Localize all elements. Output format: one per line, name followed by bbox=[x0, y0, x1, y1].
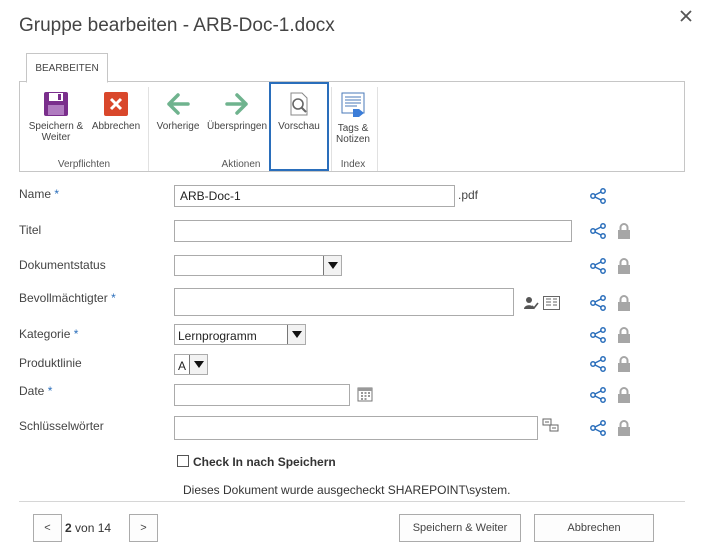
cancel-icon bbox=[104, 92, 128, 116]
lock-icon bbox=[618, 387, 630, 403]
required-marker: * bbox=[47, 384, 53, 398]
chevron-down-icon bbox=[323, 256, 341, 275]
chevron-down-icon bbox=[287, 325, 305, 344]
save-label-line2: Weiter bbox=[41, 132, 71, 143]
delegate-label: Bevollmächtigter * bbox=[19, 291, 116, 305]
skip-ribbon-button[interactable]: Überspringen bbox=[205, 91, 269, 132]
lock-icon bbox=[618, 327, 630, 343]
divider bbox=[19, 501, 685, 502]
preview-label: Vorschau bbox=[278, 121, 320, 132]
pager-status: 2 von 14 bbox=[65, 514, 111, 542]
pager-total: von 14 bbox=[75, 521, 112, 535]
name-input[interactable]: ARB-Doc-1 bbox=[174, 185, 455, 207]
preview-ribbon-button[interactable]: Vorschau bbox=[272, 91, 326, 132]
share-icon[interactable] bbox=[590, 223, 606, 239]
pager-prev-button[interactable]: < bbox=[33, 514, 62, 542]
group-separator bbox=[377, 87, 378, 171]
close-icon[interactable] bbox=[680, 9, 692, 26]
required-marker: * bbox=[54, 187, 60, 201]
docstatus-label: Dokumentstatus bbox=[19, 258, 106, 272]
name-extension: .pdf bbox=[458, 188, 479, 202]
docstatus-select[interactable] bbox=[174, 255, 342, 276]
title-label: Titel bbox=[19, 223, 42, 237]
title-input[interactable] bbox=[174, 220, 572, 242]
name-label: Name * bbox=[19, 187, 60, 201]
pager-next-button[interactable]: > bbox=[129, 514, 158, 542]
keywords-label: Schlüsselwörter bbox=[19, 419, 104, 433]
group-separator bbox=[331, 87, 332, 171]
address-book-icon[interactable] bbox=[543, 296, 560, 310]
checkin-checkbox[interactable] bbox=[177, 455, 189, 467]
check-names-icon[interactable] bbox=[523, 295, 539, 311]
cancel-ribbon-button[interactable]: Abbrechen bbox=[88, 91, 144, 132]
term-picker-icon[interactable] bbox=[542, 418, 559, 432]
cancel-button[interactable]: Abbrechen bbox=[534, 514, 654, 542]
save-icon bbox=[44, 92, 68, 116]
share-icon[interactable] bbox=[590, 327, 606, 343]
lock-icon bbox=[618, 356, 630, 372]
checkout-status-text: Dieses Dokument wurde ausgecheckt SHAREP… bbox=[183, 483, 511, 497]
share-icon[interactable] bbox=[590, 188, 606, 204]
tags-label-line2: Notizen bbox=[336, 134, 370, 145]
pager-current: 2 bbox=[65, 521, 72, 535]
date-label: Date * bbox=[19, 384, 53, 398]
category-select[interactable]: Lernprogramm bbox=[174, 324, 306, 345]
lock-icon bbox=[618, 420, 630, 436]
skip-label: Überspringen bbox=[206, 121, 268, 132]
save-continue-button[interactable]: Speichern & Weiter bbox=[399, 514, 521, 542]
chevron-down-icon bbox=[189, 355, 207, 374]
arrow-right-icon bbox=[225, 93, 248, 115]
share-icon[interactable] bbox=[590, 420, 606, 436]
lock-icon bbox=[618, 295, 630, 311]
ribbon: Speichern & Weiter Abbrechen Verpflichte… bbox=[19, 81, 685, 172]
tab-bearbeiten[interactable]: BEARBEITEN bbox=[26, 53, 108, 83]
share-icon[interactable] bbox=[590, 295, 606, 311]
date-input[interactable] bbox=[174, 384, 350, 406]
tags-notes-icon bbox=[341, 92, 365, 117]
lock-icon bbox=[618, 258, 630, 274]
productline-select[interactable]: A bbox=[174, 354, 208, 375]
document-magnifier-icon bbox=[290, 92, 308, 116]
checkin-label: Check In nach Speichern bbox=[193, 455, 336, 469]
tags-notes-ribbon-button[interactable]: Tags & Notizen bbox=[333, 91, 373, 145]
required-marker: * bbox=[111, 291, 116, 305]
save-continue-ribbon-button[interactable]: Speichern & Weiter bbox=[24, 91, 88, 143]
group-label-index: Index bbox=[340, 159, 366, 170]
keywords-input[interactable] bbox=[174, 416, 538, 440]
arrow-left-icon bbox=[167, 93, 190, 115]
required-marker: * bbox=[73, 327, 79, 341]
share-icon[interactable] bbox=[590, 356, 606, 372]
previous-ribbon-button[interactable]: Vorherige bbox=[153, 91, 203, 132]
tags-label-line1: Tags & bbox=[337, 123, 369, 134]
delegate-input[interactable] bbox=[174, 288, 514, 316]
category-label: Kategorie * bbox=[19, 327, 79, 341]
previous-label: Vorherige bbox=[156, 121, 200, 132]
lock-icon bbox=[618, 223, 630, 239]
group-separator bbox=[148, 87, 149, 171]
calendar-icon[interactable] bbox=[357, 386, 373, 402]
cancel-label: Abbrechen bbox=[91, 121, 141, 132]
group-label-commit: Verpflichten bbox=[57, 159, 111, 170]
save-label-line1: Speichern & bbox=[28, 121, 84, 132]
share-icon[interactable] bbox=[590, 387, 606, 403]
share-icon[interactable] bbox=[590, 258, 606, 274]
group-label-actions: Aktionen bbox=[221, 159, 261, 170]
productline-label: Produktlinie bbox=[19, 356, 82, 370]
dialog-title: Gruppe bearbeiten - ARB-Doc-1.docx bbox=[19, 15, 335, 36]
